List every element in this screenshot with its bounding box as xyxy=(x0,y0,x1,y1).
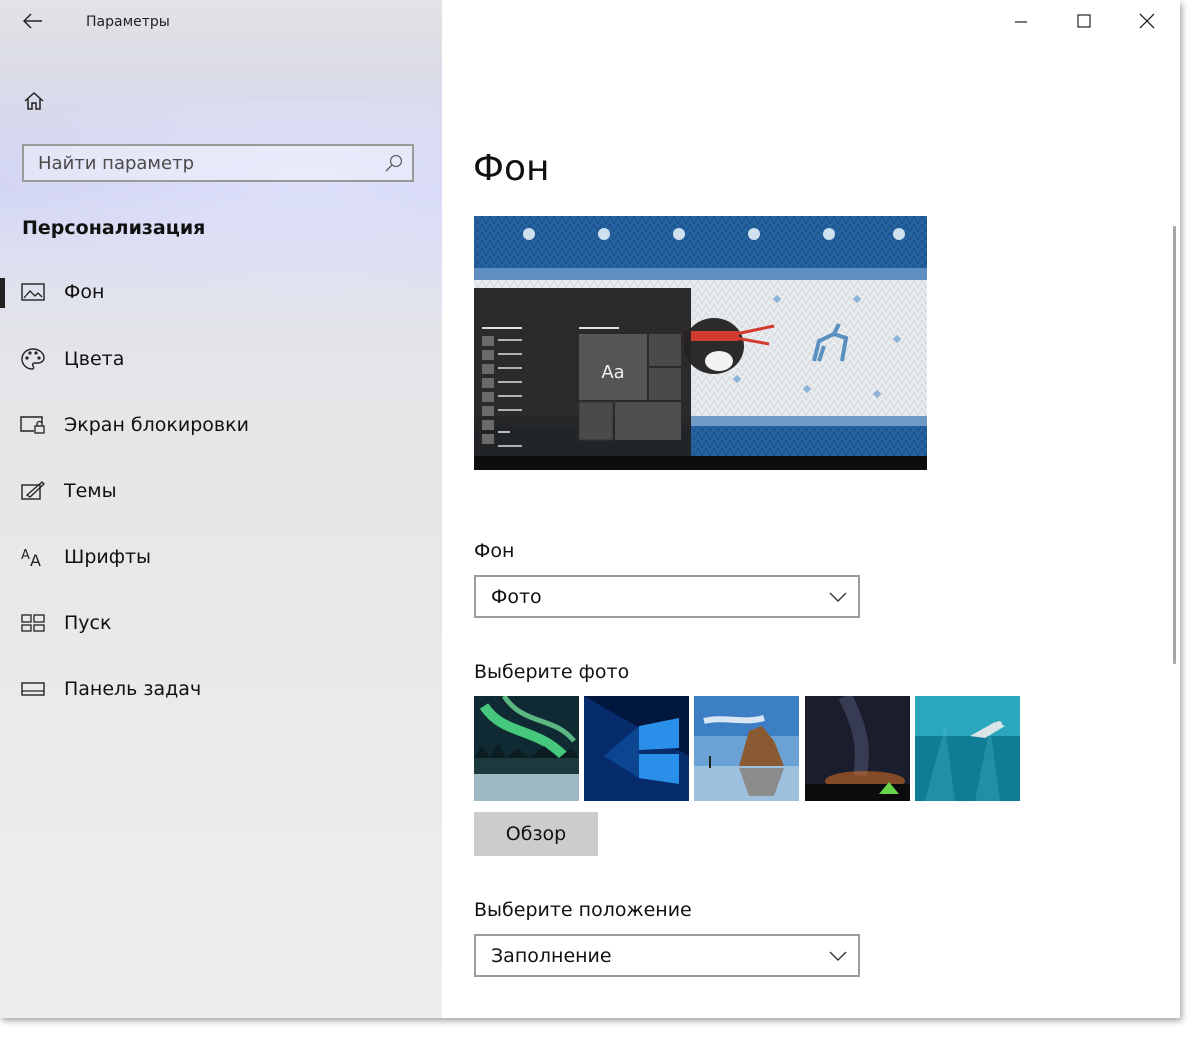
sidebar-item-label: Цвета xyxy=(64,348,125,370)
search-input[interactable] xyxy=(24,146,378,180)
picture-icon xyxy=(20,281,46,303)
minimize-icon xyxy=(1015,21,1027,23)
night-sky-thumbnail-image xyxy=(805,696,910,801)
lock-screen-icon xyxy=(20,414,46,436)
aurora-thumbnail-image xyxy=(474,696,579,801)
close-button[interactable] xyxy=(1117,0,1177,42)
start-icon xyxy=(20,612,46,634)
position-dropdown-value: Заполнение xyxy=(491,944,612,967)
preview-image: Aa xyxy=(474,216,927,470)
photo-thumbnail-underwater[interactable] xyxy=(915,696,1020,801)
svg-text:A: A xyxy=(21,548,30,563)
chevron-down-icon xyxy=(829,951,847,961)
fonts-icon: AA xyxy=(20,546,46,568)
sidebar-item-lock-screen[interactable]: Экран блокировки xyxy=(0,397,442,453)
sidebar-item-themes[interactable]: Темы xyxy=(0,463,442,519)
palette-icon xyxy=(20,348,46,370)
sidebar-item-fonts[interactable]: AA Шрифты xyxy=(0,529,442,585)
maximize-icon xyxy=(1077,14,1091,28)
maximize-button[interactable] xyxy=(1054,0,1114,42)
themes-icon xyxy=(20,480,46,502)
selection-indicator xyxy=(0,278,5,308)
photo-thumbnail-windows[interactable] xyxy=(584,696,689,801)
chevron-down-icon xyxy=(829,592,847,602)
sidebar-item-taskbar[interactable]: Панель задач xyxy=(0,661,442,717)
browse-button[interactable]: Обзор xyxy=(474,812,598,856)
preview-tile-text: Aa xyxy=(601,362,624,383)
svg-text:A: A xyxy=(30,551,41,568)
sidebar-item-colors[interactable]: Цвета xyxy=(0,331,442,387)
position-label: Выберите положение xyxy=(474,899,692,921)
choose-photo-label: Выберите фото xyxy=(474,661,630,683)
app-title: Параметры xyxy=(86,14,170,30)
photo-thumbnail-night-sky[interactable] xyxy=(805,696,910,801)
taskbar-icon xyxy=(20,678,46,700)
sidebar-item-label: Панель задач xyxy=(64,678,202,700)
background-label: Фон xyxy=(474,540,515,562)
page-title: Фон xyxy=(473,148,550,189)
windows-thumbnail-image xyxy=(584,696,689,801)
sidebar-item-label: Экран блокировки xyxy=(64,414,249,436)
settings-window: Параметры Персонализация Фон xyxy=(0,0,1180,1018)
sidebar-item-start[interactable]: Пуск xyxy=(0,595,442,651)
minimize-button[interactable] xyxy=(991,0,1051,42)
sidebar: Параметры Персонализация Фон xyxy=(0,0,442,1018)
sidebar-item-label: Пуск xyxy=(64,612,112,634)
sidebar-item-label: Фон xyxy=(64,281,105,303)
underwater-thumbnail-image xyxy=(915,696,1020,801)
sidebar-item-label: Темы xyxy=(64,480,117,502)
search-icon xyxy=(385,154,403,172)
back-arrow-icon xyxy=(23,13,42,29)
beach-thumbnail-image xyxy=(694,696,799,801)
home-icon xyxy=(24,91,44,110)
home-button[interactable] xyxy=(18,86,50,116)
position-dropdown[interactable]: Заполнение xyxy=(474,934,860,977)
background-dropdown-value: Фото xyxy=(491,585,542,608)
sidebar-item-label: Шрифты xyxy=(64,546,152,568)
scrollbar[interactable] xyxy=(1173,226,1176,664)
sidebar-item-background[interactable]: Фон xyxy=(0,264,442,320)
search-box[interactable] xyxy=(22,144,414,182)
photo-thumbnail-beach[interactable] xyxy=(694,696,799,801)
close-icon xyxy=(1139,13,1155,29)
background-dropdown[interactable]: Фото xyxy=(474,575,860,618)
photo-thumbnail-aurora[interactable] xyxy=(474,696,579,801)
background-preview: Aa xyxy=(474,216,927,470)
back-button[interactable] xyxy=(14,6,52,36)
section-title: Персонализация xyxy=(22,217,206,239)
